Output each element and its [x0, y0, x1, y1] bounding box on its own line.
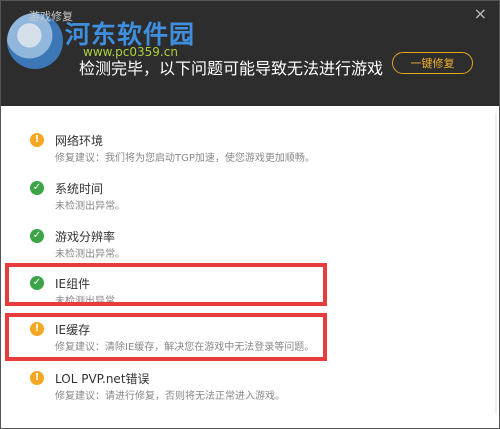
scan-result-headline: 检测完毕，以下问题可能导致无法进行游戏 [79, 59, 384, 78]
highlight-box-ie-cache [5, 313, 327, 361]
header: 游戏修复 河东软件园 www.pc0359.cn × 检测完毕，以下问题可能导致… [1, 1, 499, 106]
item-desc: 修复建议：请进行修复，否则将无法正常进入游戏。 [55, 391, 285, 402]
item-name: 网络环境 [55, 134, 104, 148]
item-name: 游戏分辨率 [55, 230, 116, 244]
check-icon: ✓ [30, 229, 44, 243]
repair-window: 游戏修复 河东软件园 www.pc0359.cn × 检测完毕，以下问题可能导致… [0, 0, 500, 429]
close-icon[interactable]: × [474, 4, 487, 23]
item-desc: 未检测出异常。 [55, 249, 125, 260]
scrollbar[interactable] [495, 113, 497, 413]
warning-icon: ! [30, 371, 44, 385]
item-name: LOL PVP.net错误 [55, 372, 150, 386]
item-desc: 修复建议：我们将为您启动TGP加速，使您游戏更加顺畅。 [55, 153, 315, 164]
item-name: 系统时间 [55, 182, 104, 196]
check-icon: ✓ [30, 181, 44, 195]
item-desc: 未检测出异常。 [55, 201, 125, 212]
one-click-fix-button[interactable]: 一键修复 [392, 52, 473, 74]
warning-icon: ! [30, 133, 44, 147]
highlight-box-ie-component [5, 263, 327, 306]
